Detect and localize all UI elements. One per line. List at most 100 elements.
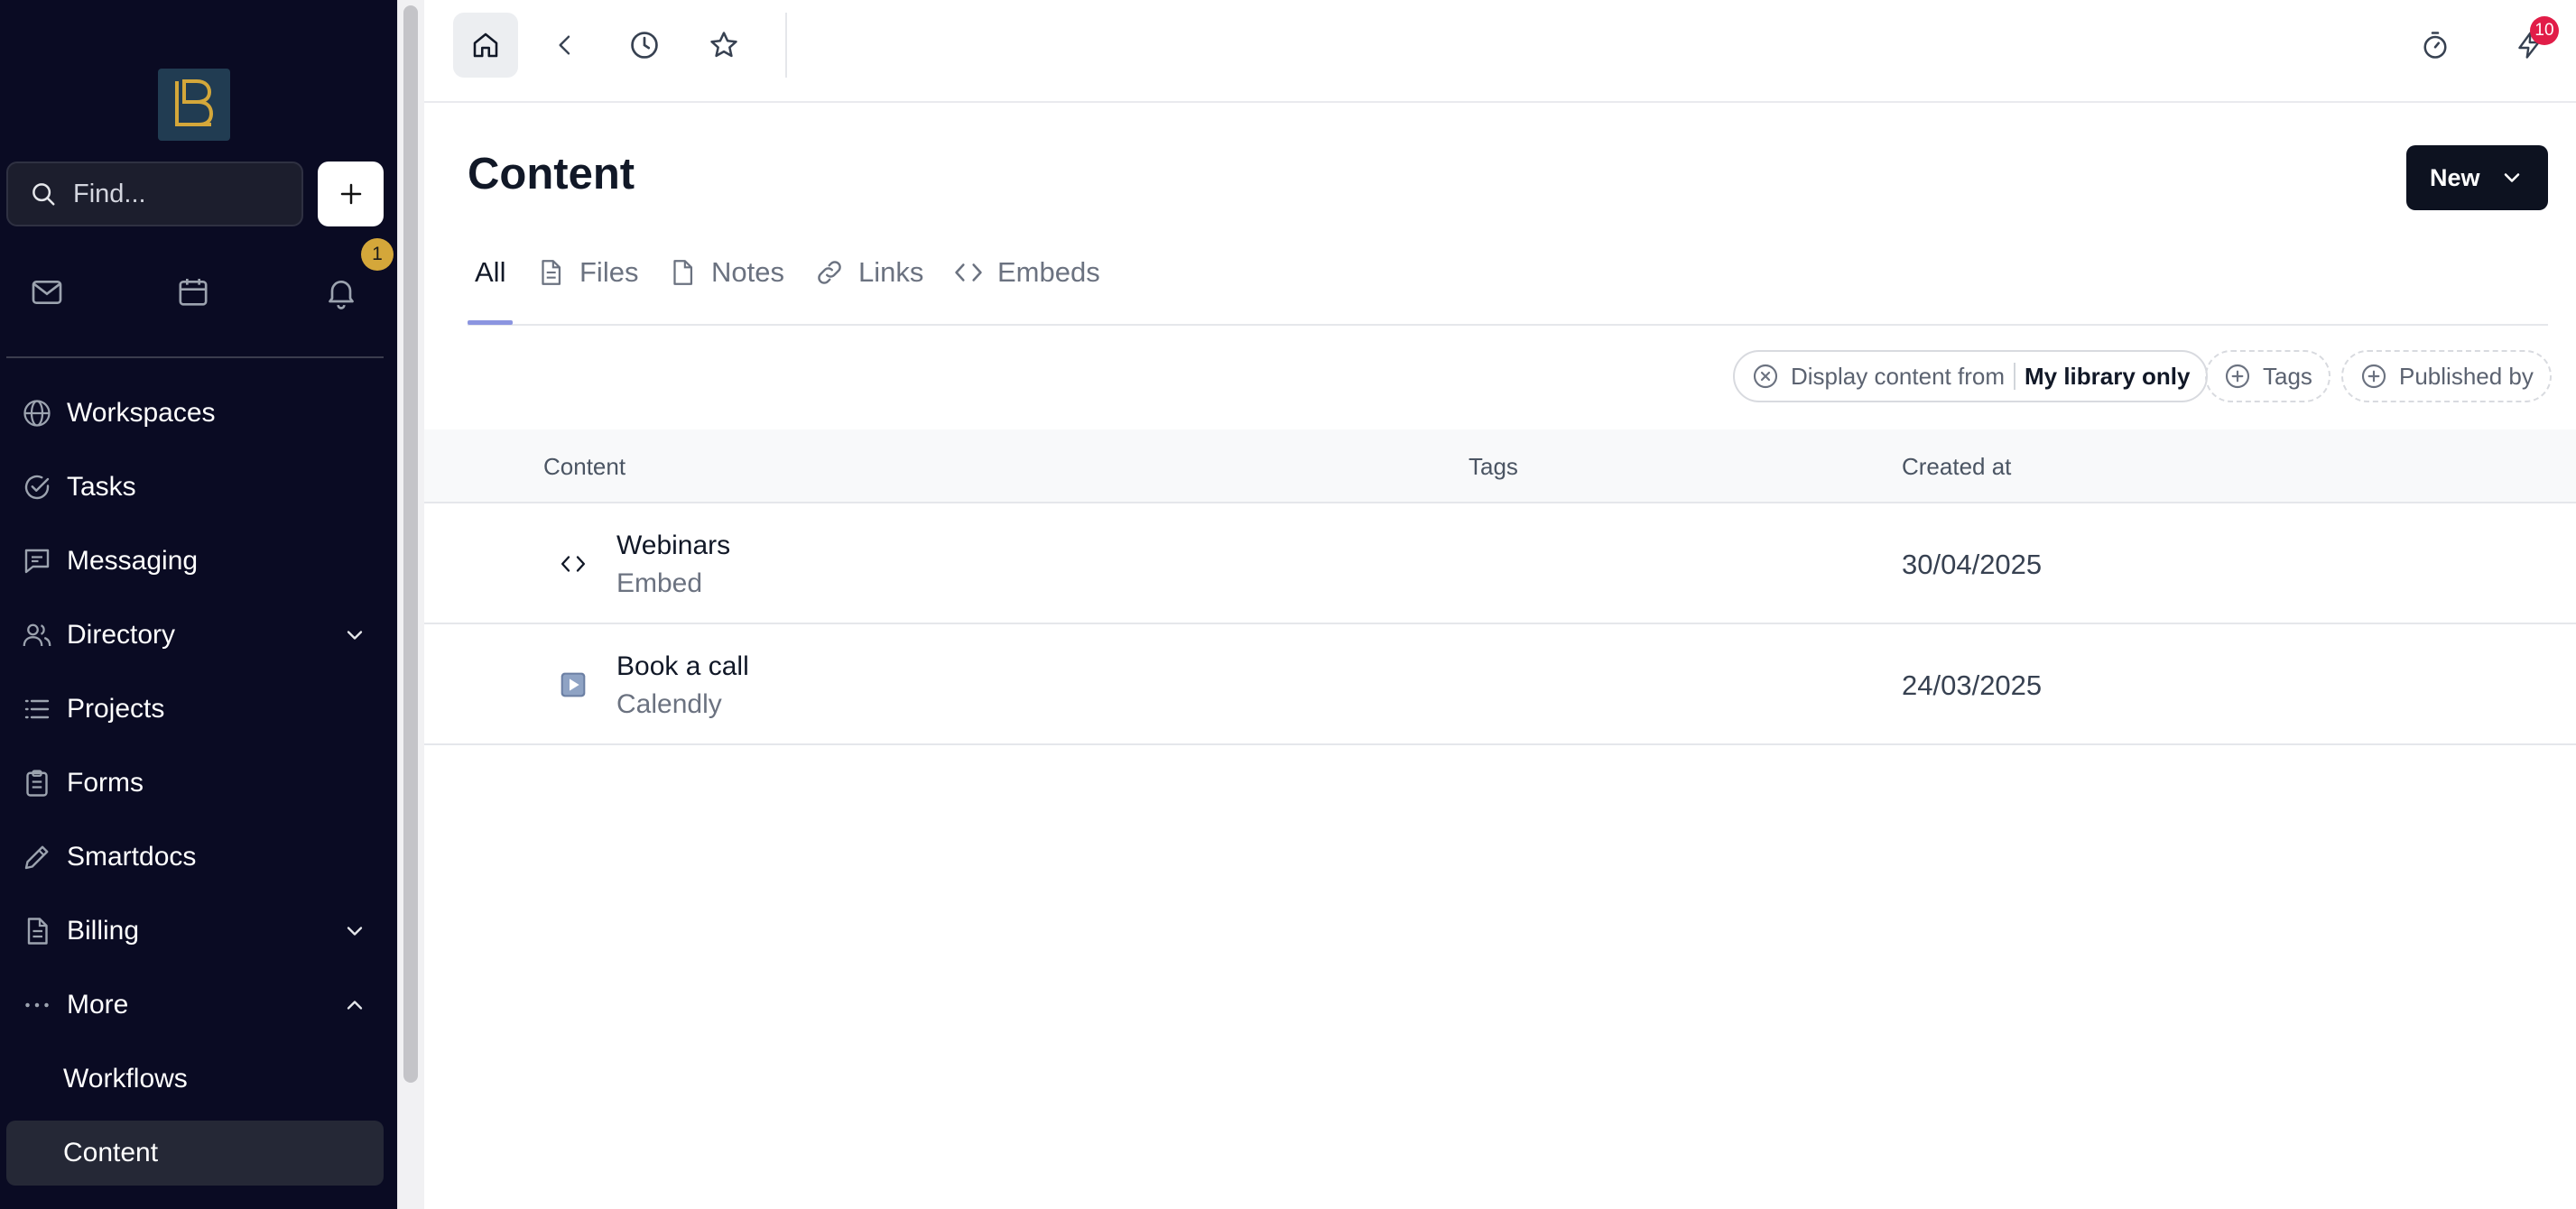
document-icon: [19, 913, 55, 949]
logo-mark: [175, 79, 214, 126]
list-icon: [19, 691, 55, 727]
sidebar-divider: [6, 356, 384, 358]
timer-button[interactable]: [2403, 13, 2468, 78]
pen-icon: [19, 839, 55, 875]
notification-count-badge: 1: [361, 238, 394, 271]
tab-all[interactable]: All: [475, 256, 505, 327]
column-header-tags[interactable]: Tags: [1469, 453, 1518, 481]
quick-actions: [0, 263, 397, 321]
sidebar-item-directory[interactable]: Directory: [6, 603, 384, 668]
sidebar-item-forms[interactable]: Forms: [6, 751, 384, 816]
chevron-down-icon[interactable]: [338, 619, 371, 651]
tab-label: Embeds: [997, 256, 1100, 288]
activity-count-badge: 10: [2530, 16, 2559, 45]
favorites-button[interactable]: [691, 13, 756, 78]
tags-filter[interactable]: Tags: [2205, 350, 2330, 402]
clipboard-icon: [19, 765, 55, 801]
search-input[interactable]: Find...: [6, 162, 303, 226]
dots-icon: [19, 987, 55, 1023]
sidebar-item-label: Workspaces: [67, 398, 216, 428]
calendar-icon[interactable]: [171, 271, 215, 314]
tab-label: Links: [858, 256, 924, 288]
sidebar-item-label: Smartdocs: [67, 842, 197, 872]
sidebar-scrollbar-thumb[interactable]: [403, 5, 418, 1083]
sidebar-item-more[interactable]: More: [6, 973, 384, 1038]
home-button[interactable]: [453, 13, 518, 78]
filter-label: Published by: [2399, 362, 2534, 390]
table-row[interactable]: Book a call Calendly 24/03/2025: [424, 624, 2576, 745]
brand-logo[interactable]: [158, 69, 230, 141]
check-circle-icon: [19, 469, 55, 505]
plus-circle-icon: [2359, 362, 2388, 391]
sidebar-item-label: Billing: [67, 916, 140, 946]
tab-label: All: [475, 256, 506, 288]
sidebar-item-label: More: [67, 990, 129, 1020]
back-button[interactable]: [533, 13, 598, 78]
sidebar-item-label: Directory: [67, 620, 176, 650]
chevron-left-icon: [559, 35, 570, 55]
file-icon: [534, 256, 567, 289]
sidebar-item-label: Workflows: [63, 1064, 188, 1094]
sidebar-item-smartdocs[interactable]: Smartdocs: [6, 825, 384, 890]
sidebar-item-workspaces[interactable]: Workspaces: [6, 381, 384, 446]
sidebar-item-label: Content: [63, 1138, 159, 1167]
sidebar-subitem-workflows[interactable]: Workflows: [6, 1047, 384, 1112]
tab-label: Notes: [711, 256, 784, 288]
message-icon: [19, 543, 55, 579]
tab-embeds[interactable]: Embeds: [952, 256, 1100, 327]
column-header-content[interactable]: Content: [543, 453, 625, 481]
code-icon: [952, 256, 985, 289]
note-icon: [666, 256, 699, 289]
mail-icon[interactable]: [25, 271, 69, 314]
history-button[interactable]: [612, 13, 677, 78]
filter-separator: [2013, 363, 2015, 390]
active-tab-indicator: [468, 320, 513, 325]
users-icon: [19, 617, 55, 653]
filter-label: Tags: [2263, 362, 2312, 390]
globe-icon: [19, 395, 55, 431]
code-icon: [558, 549, 588, 579]
tab-links[interactable]: Links: [813, 256, 923, 327]
sidebar-item-tasks[interactable]: Tasks: [6, 455, 384, 520]
search-icon: [32, 183, 55, 206]
filter-value: My library only: [2024, 362, 2191, 390]
play-icon: [558, 669, 588, 700]
bell-icon[interactable]: [320, 271, 363, 314]
home-icon: [473, 32, 498, 58]
sidebar-item-billing[interactable]: Billing: [6, 899, 384, 964]
chevron-up-icon[interactable]: [338, 989, 371, 1021]
table-row[interactable]: Webinars Embed 30/04/2025: [424, 503, 2576, 624]
stopwatch-icon: [2423, 32, 2447, 59]
plus-icon: [340, 183, 361, 205]
tab-notes[interactable]: Notes: [666, 256, 784, 327]
sidebar-item-label: Tasks: [67, 472, 136, 502]
row-title[interactable]: Book a call: [616, 651, 749, 682]
close-circle-icon[interactable]: [1751, 362, 1780, 391]
search-placeholder: Find...: [73, 179, 146, 208]
new-button[interactable]: New: [2406, 145, 2548, 210]
tab-files[interactable]: Files: [534, 256, 638, 327]
column-header-created-at[interactable]: Created at: [1902, 453, 2011, 481]
sidebar-item-messaging[interactable]: Messaging: [6, 529, 384, 594]
row-subtitle: Embed: [616, 568, 703, 598]
star-icon: [710, 32, 737, 58]
published-by-filter[interactable]: Published by: [2341, 350, 2552, 402]
app-window: Find... 1 Workspaces Tasks Messaging Dir…: [0, 0, 2576, 1209]
plus-circle-icon: [2223, 362, 2252, 391]
filter-label: Display content from: [1791, 362, 2005, 390]
row-created-date: 30/04/2025: [1902, 549, 2043, 580]
chevron-down-icon: [2504, 173, 2520, 182]
display-content-filter[interactable]: Display content from My library only: [1733, 350, 2209, 402]
sidebar-item-label: Messaging: [67, 546, 199, 576]
chevron-down-icon[interactable]: [338, 915, 371, 947]
sidebar: Find... 1 Workspaces Tasks Messaging Dir…: [0, 0, 397, 1209]
sidebar-item-projects[interactable]: Projects: [6, 677, 384, 742]
link-icon: [813, 256, 846, 289]
row-title[interactable]: Webinars: [616, 531, 730, 561]
sidebar-subitem-content[interactable]: Content: [6, 1121, 384, 1186]
create-button[interactable]: [318, 162, 384, 226]
clock-icon: [631, 32, 658, 59]
table-header: Content Tags Created at: [424, 429, 2576, 503]
toolbar-divider: [785, 13, 787, 78]
sidebar-item-label: Forms: [67, 768, 144, 798]
